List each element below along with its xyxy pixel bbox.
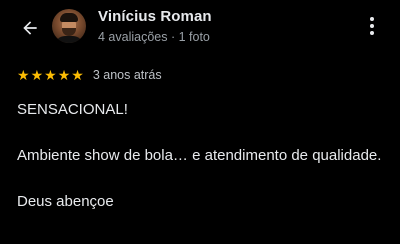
star-icon: ★ [44, 67, 57, 83]
review-paragraph: Ambiente show de bola… e atendimento de … [17, 147, 382, 164]
review-paragraph: SENSACIONAL! [17, 101, 128, 118]
star-icon: ★ [30, 67, 44, 83]
star-icon: ★ [71, 67, 84, 83]
review-paragraph: Deus abençoe [17, 193, 114, 210]
review-text: SENSACIONAL! Ambiente show de bola… e at… [17, 98, 387, 236]
reviewer-meta: 4 avaliações · 1 foto [98, 30, 210, 44]
star-icon: ★ [17, 67, 30, 83]
avatar[interactable] [52, 9, 86, 43]
more-vertical-icon [370, 17, 374, 21]
star-rating: ★ ★ ★ ★ ★ [17, 68, 84, 82]
star-icon: ★ [57, 67, 71, 83]
arrow-left-icon [23, 21, 37, 35]
back-button[interactable] [16, 14, 44, 42]
review-date: 3 anos atrás [92, 68, 162, 82]
reviewer-name[interactable]: Vinícius Roman [98, 8, 212, 25]
more-options-button[interactable] [360, 12, 384, 40]
rating-row: ★ ★ ★ ★ ★ 3 anos atrás [17, 66, 162, 84]
